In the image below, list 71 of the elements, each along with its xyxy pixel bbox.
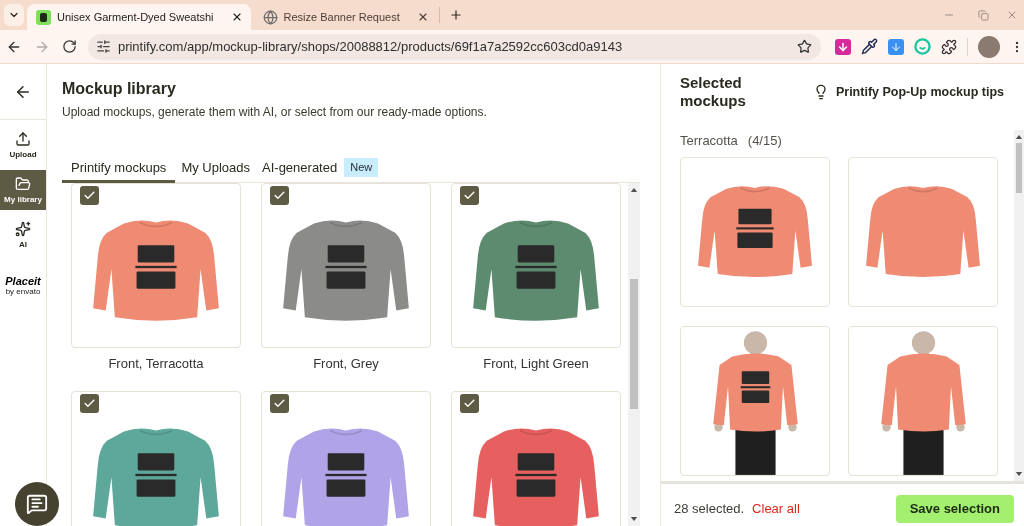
sidebar-item[interactable]: My library	[0, 170, 46, 210]
chat-button[interactable]	[15, 482, 59, 526]
clear-all-link[interactable]: Clear all	[752, 498, 800, 518]
mockup-label: Front, Grey	[313, 356, 379, 372]
group-name: Terracotta	[680, 132, 738, 150]
scroll-down-arrow-icon[interactable]	[1015, 472, 1023, 476]
page-subtitle: Upload mockups, generate them with AI, or select from our ready-made options.	[62, 104, 488, 120]
sparkles-icon	[15, 220, 31, 237]
check-icon	[463, 397, 476, 410]
upload-icon	[15, 130, 31, 147]
scrollbar-thumb[interactable]	[630, 279, 638, 409]
mockup-card[interactable]	[261, 391, 431, 526]
logo-byline: by envato	[5, 287, 41, 297]
close-icon	[1006, 9, 1018, 21]
scrollbar-thumb[interactable]	[1016, 143, 1022, 193]
check-icon	[463, 189, 476, 202]
scroll-down-arrow-icon[interactable]	[630, 517, 638, 521]
bookmark-star-icon[interactable]	[797, 39, 812, 54]
mockup-label: Front, Light Green	[483, 356, 589, 372]
mockup-card[interactable]	[71, 391, 241, 526]
browser-tab[interactable]: Unisex Garment-Dyed Sweatshi	[27, 4, 251, 30]
mockup-card[interactable]	[261, 183, 431, 348]
mockup-card[interactable]	[71, 183, 241, 348]
check-icon	[273, 189, 286, 202]
checkbox[interactable]	[270, 394, 289, 413]
mockup-label: Front, Terracotta	[108, 356, 204, 372]
reload-icon	[62, 39, 78, 54]
sidebar-item[interactable]: AI	[0, 215, 46, 255]
new-badge: New	[344, 158, 379, 177]
tab-list-button[interactable]	[4, 4, 24, 26]
library-tab[interactable]: My Uploads	[175, 155, 256, 183]
mockup-card[interactable]	[451, 183, 621, 348]
download-extension-icon[interactable]	[835, 38, 851, 55]
profile-avatar[interactable]	[978, 35, 1000, 58]
checkbox[interactable]	[80, 394, 99, 413]
save-selection-button[interactable]: Save selection	[895, 495, 1014, 523]
scrollbar[interactable]	[628, 183, 640, 526]
selected-mockup-card[interactable]	[848, 326, 998, 476]
check-icon	[83, 397, 96, 410]
browser-tab[interactable]: Resize Banner Request	[253, 4, 437, 30]
plus-icon	[448, 8, 463, 22]
group-count: (4/15)	[747, 132, 782, 150]
scroll-up-arrow-icon[interactable]	[1015, 135, 1023, 139]
sidebar-item[interactable]: Upload	[0, 125, 46, 165]
check-icon	[273, 397, 286, 410]
checkbox[interactable]	[460, 394, 479, 413]
checkbox[interactable]	[270, 186, 289, 205]
restore-icon	[977, 9, 989, 21]
logo-wordmark[interactable]: Placeit	[5, 275, 41, 287]
library-tab[interactable]: AI-generated	[256, 155, 344, 183]
check-icon	[83, 189, 96, 202]
extensions-icon[interactable]	[941, 38, 957, 55]
selected-mockup-card[interactable]	[680, 157, 830, 307]
scrollbar[interactable]	[1014, 130, 1024, 481]
download-extension-icon[interactable]	[888, 38, 904, 55]
selected-mockup-card[interactable]	[680, 326, 830, 476]
eyedropper-icon[interactable]	[861, 38, 878, 55]
mockup-card[interactable]	[451, 391, 621, 526]
favicon-icon	[36, 9, 51, 25]
selection-summary: 28 selected.	[674, 499, 745, 518]
page-title: Mockup library	[62, 79, 177, 99]
checkbox[interactable]	[460, 186, 479, 205]
checkbox[interactable]	[80, 186, 99, 205]
chat-icon	[26, 493, 48, 515]
mockup-tips-link[interactable]: Printify Pop-Up mockup tips	[812, 83, 1004, 102]
folder-icon	[15, 175, 31, 192]
site-info-icon[interactable]	[95, 39, 111, 54]
scroll-up-arrow-icon[interactable]	[630, 188, 638, 192]
panel-title: Selected mockups	[680, 74, 747, 110]
address-bar[interactable]: printify.com/app/mockup-library/shops/20088812/products/69f1a7a2592cc603cd0a9143	[87, 33, 821, 60]
globe-icon	[262, 9, 278, 25]
